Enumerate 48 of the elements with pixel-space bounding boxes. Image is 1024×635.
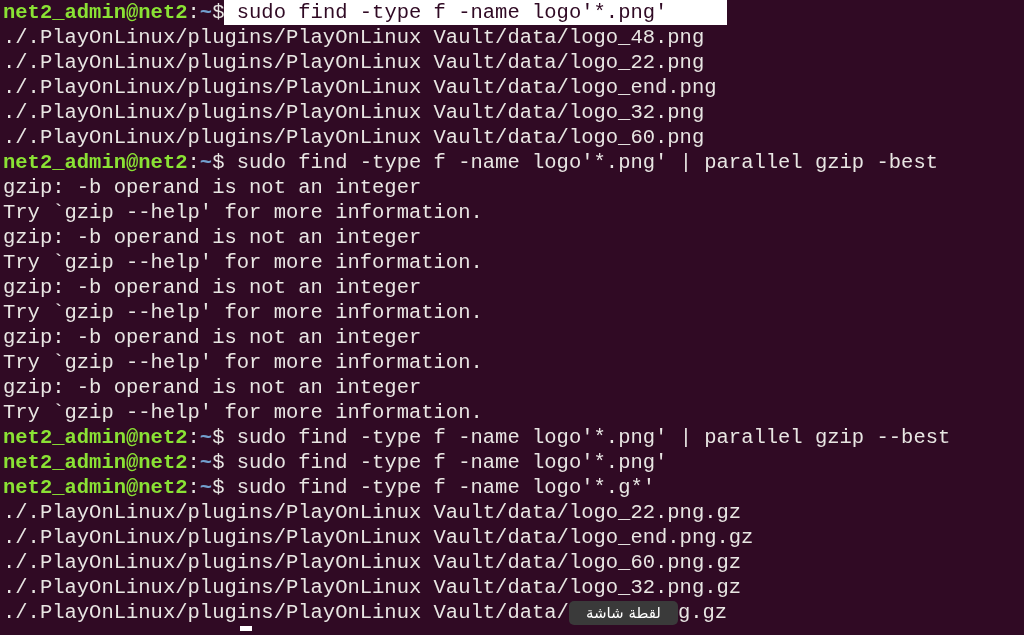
command-text: sudo find -type f -name logo'*.png'	[224, 0, 728, 25]
prompt-separator: :	[187, 0, 200, 25]
command-text: sudo find -type f -name logo'*.png'	[235, 450, 668, 475]
prompt-sign: $	[212, 450, 225, 475]
prompt-user: net2_admin@net2	[3, 475, 188, 500]
prompt-user: net2_admin@net2	[3, 150, 188, 175]
prompt-sign: $	[212, 150, 225, 175]
prompt-sign: $	[212, 425, 225, 450]
output-line: gzip: -b operand is not an integer	[3, 325, 422, 350]
prompt-path: ~	[199, 475, 213, 500]
output-line: gzip: -b operand is not an integer	[3, 375, 422, 400]
command-text: sudo find -type f -name logo'*.png' | parallel gzip -best	[235, 150, 938, 175]
prompt-separator: :	[187, 150, 200, 175]
output-line: Try `gzip --help' for more information.	[3, 250, 483, 275]
output-line: gzip: -b operand is not an integer	[3, 225, 422, 250]
output-line: ./.PlayOnLinux/plugins/PlayOnLinux Vault/data/logo_32.png.gz	[3, 575, 742, 600]
output-line: Try `gzip --help' for more information.	[3, 350, 483, 375]
command-text: sudo find -type f -name logo'*.png' | parallel gzip --best	[235, 425, 951, 450]
prompt-path: ~	[199, 0, 213, 25]
output-line: ./.PlayOnLinux/plugins/PlayOnLinux Vault/data/logo_60.png	[3, 125, 705, 150]
prompt-separator: :	[187, 475, 200, 500]
prompt-path: ~	[199, 425, 213, 450]
output-line: g.gz	[677, 600, 728, 625]
output-line: Try `gzip --help' for more information.	[3, 300, 483, 325]
prompt-path: ~	[199, 150, 213, 175]
prompt-user: net2_admin@net2	[3, 450, 188, 475]
command-text: sudo find -type f -name logo'*.g*'	[235, 475, 656, 500]
prompt-separator: :	[187, 450, 200, 475]
output-line: Try `gzip --help' for more information.	[3, 200, 483, 225]
output-line: Try `gzip --help' for more information.	[3, 400, 483, 425]
output-line: gzip: -b operand is not an integer	[3, 175, 422, 200]
output-line: ./.PlayOnLinux/plugins/PlayOnLinux Vault/data/logo_end.png.gz	[3, 525, 754, 550]
cursor-icon	[240, 626, 252, 631]
prompt-sign: $	[212, 475, 225, 500]
output-line: ./.PlayOnLinux/plugins/PlayOnLinux Vault/data/logo_32.png	[3, 100, 705, 125]
output-line: ./.PlayOnLinux/plugins/PlayOnLinux Vault/data/logo_22.png	[3, 50, 705, 75]
output-line: gzip: -b operand is not an integer	[3, 275, 422, 300]
prompt-separator: :	[187, 425, 200, 450]
prompt-sign: $	[212, 0, 225, 25]
output-line: ./.PlayOnLinux/plugins/PlayOnLinux Vault/data/logo_60.png.gz	[3, 550, 742, 575]
prompt-user: net2_admin@net2	[3, 0, 188, 25]
output-line: ./.PlayOnLinux/plugins/PlayOnLinux Vault/data/	[3, 600, 569, 625]
output-line: ./.PlayOnLinux/plugins/PlayOnLinux Vault/data/logo_48.png	[3, 25, 705, 50]
tooltip: لقطة شاشة	[568, 600, 678, 625]
output-line: ./.PlayOnLinux/plugins/PlayOnLinux Vault/data/logo_end.png	[3, 75, 717, 100]
output-line: ./.PlayOnLinux/plugins/PlayOnLinux Vault/data/logo_22.png.gz	[3, 500, 742, 525]
prompt-user: net2_admin@net2	[3, 425, 188, 450]
prompt-path: ~	[199, 450, 213, 475]
